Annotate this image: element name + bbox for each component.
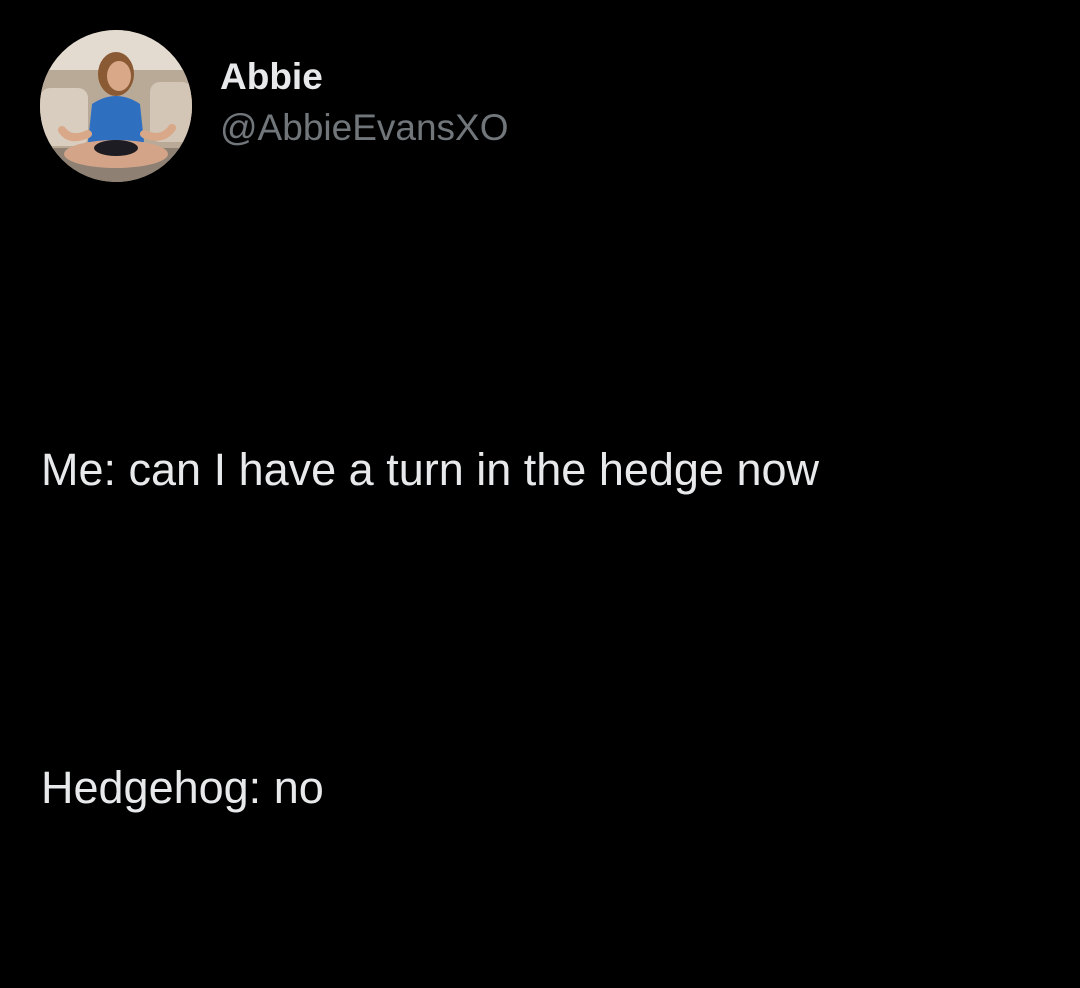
tweet-header: Abbie @AbbieEvansXO	[40, 30, 508, 182]
author-display-name[interactable]: Abbie	[220, 55, 508, 99]
profile-photo-icon	[40, 30, 192, 182]
tweet-text: Me: can I have a turn in the hedge now H…	[41, 270, 819, 988]
author-names: Abbie @AbbieEvansXO	[220, 55, 508, 153]
tweet-text-line: Hedgehog: no	[41, 762, 324, 813]
avatar[interactable]	[40, 30, 192, 182]
tweet-card: Abbie @AbbieEvansXO Me: can I have a tur…	[0, 0, 1080, 813]
tweet-text-line: Me: can I have a turn in the hedge now	[41, 444, 820, 495]
author-handle[interactable]: @AbbieEvansXO	[220, 103, 508, 153]
